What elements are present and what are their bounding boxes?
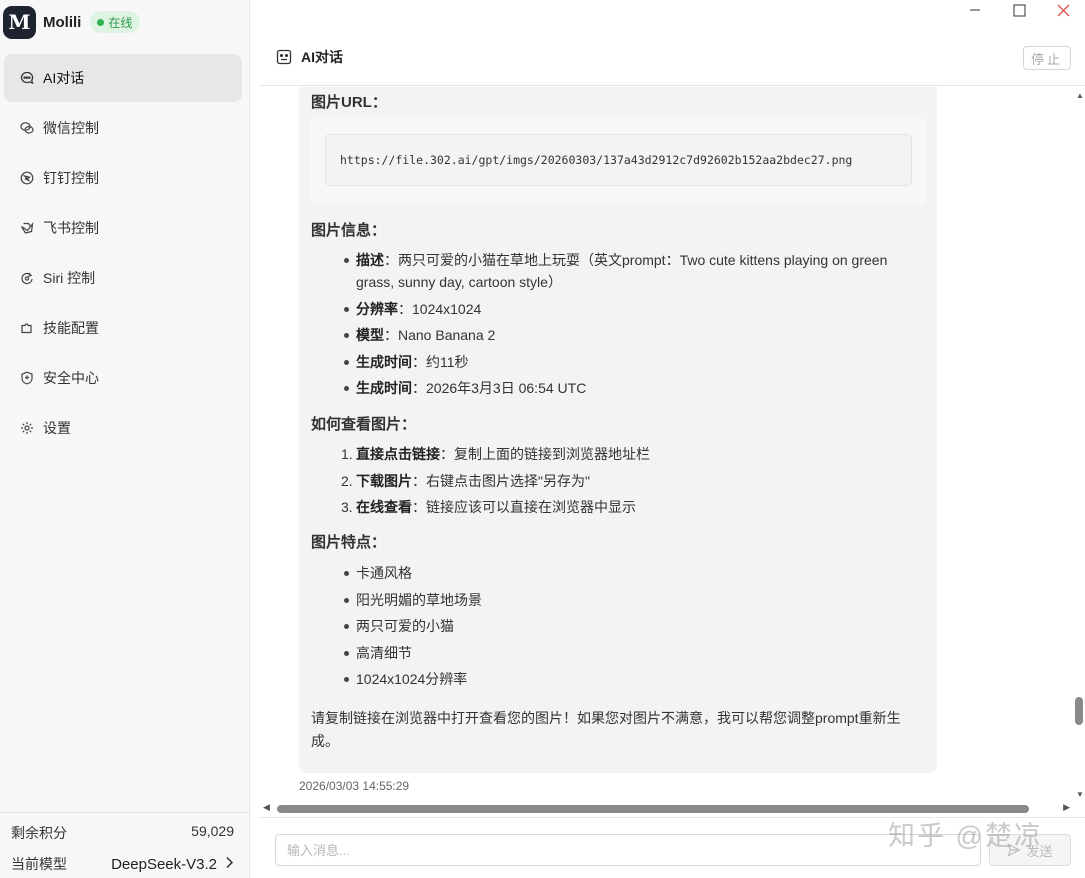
send-label: 发送 [1026, 843, 1053, 859]
chevron-right-icon [225, 856, 234, 873]
url-section-title: 图片URL： [311, 94, 387, 111]
credits-row: 剩余积分 59,029 [11, 823, 234, 843]
scroll-left-icon[interactable]: ◀ [263, 802, 270, 813]
list-item: 生成时间：约11秒 [344, 351, 916, 373]
dingtalk-icon [20, 171, 34, 185]
features-list: 卡通风格 阳光明媚的草地场景 两只可爱的小猫 高清细节 1024x1024分辨率 [344, 562, 916, 695]
features-section-title: 图片特点： [311, 534, 387, 551]
sidebar-item-settings[interactable]: 设置 [4, 404, 242, 452]
horizontal-scroll-thumb[interactable] [277, 805, 1029, 813]
message-timestamp: 2026/03/03 14:55:29 [299, 779, 410, 793]
credits-value: 59,029 [191, 823, 234, 839]
close-button[interactable] [1041, 0, 1085, 20]
robot-icon [276, 49, 292, 65]
list-item: 卡通风格 [344, 562, 916, 584]
minimize-button[interactable] [953, 0, 997, 20]
stop-button[interactable]: 停止 [1023, 46, 1071, 70]
chat-messages[interactable]: 图片URL： https://file.302.ai/gpt/imgs/2026… [259, 87, 1074, 801]
shield-icon [20, 371, 34, 385]
message-input[interactable] [275, 834, 981, 866]
page-title-text: AI对话 [301, 49, 343, 65]
scroll-down-icon[interactable]: ▼ [1076, 790, 1084, 799]
sidebar-item-label: 微信控制 [43, 120, 99, 136]
app-logo: M [3, 5, 36, 39]
page-title: AI对话 [276, 47, 343, 67]
sidebar-nav: AI对话 微信控制 钉钉控制 飞书控制 Siri 控制 技能配置 安全中心 设置 [4, 54, 242, 454]
list-item: 3. 在线查看：链接应该可以直接在浏览器中显示 [341, 499, 636, 515]
siri-icon [20, 271, 34, 285]
closing-text: 请复制链接在浏览器中打开查看您的图片！如果您对图片不满意，我可以帮您调整prom… [311, 710, 901, 749]
sidebar-item-label: 技能配置 [43, 320, 99, 336]
scroll-up-icon[interactable]: ▲ [1076, 91, 1084, 100]
feishu-icon [20, 221, 34, 235]
steps-list: 1. 直接点击链接：复制上面的链接到浏览器地址栏 2. 下载图片：右键点击图片选择"… [341, 443, 916, 523]
status-badge: 在线 [90, 11, 141, 33]
sidebar-item-label: 飞书控制 [43, 220, 99, 236]
status-text: 在线 [108, 15, 133, 30]
list-item: 模型：Nano Banana 2 [344, 324, 916, 346]
list-item: 描述：两只可爱的小猫在草地上玩耍（英文prompt：Two cute kitte… [344, 249, 916, 293]
sidebar-item-wechat[interactable]: 微信控制 [4, 104, 242, 152]
model-selector[interactable]: DeepSeek-V3.2 [111, 856, 234, 873]
sidebar-footer: 剩余积分 59,029 当前模型 DeepSeek-V3.2 [0, 812, 249, 878]
howto-section-title: 如何查看图片： [311, 416, 417, 433]
list-item: 高清细节 [344, 642, 916, 664]
wechat-icon [20, 121, 34, 135]
list-item: 分辨率：1024x1024 [344, 298, 916, 320]
sidebar-item-label: 设置 [43, 420, 71, 436]
sidebar-item-security[interactable]: 安全中心 [4, 354, 242, 402]
chat-bubble-icon [20, 71, 34, 85]
maximize-button[interactable] [997, 0, 1041, 20]
gear-icon [20, 421, 34, 435]
vertical-scroll-thumb[interactable] [1075, 697, 1083, 725]
url-panel: https://file.302.ai/gpt/imgs/20260303/13… [310, 117, 926, 204]
list-item: 两只可爱的小猫 [344, 615, 916, 637]
sidebar-item-label: 钉钉控制 [43, 170, 99, 186]
sidebar-item-dingtalk[interactable]: 钉钉控制 [4, 154, 242, 202]
online-dot-icon [97, 18, 105, 26]
brand: M Molili 在线 [3, 4, 141, 40]
list-item: 生成时间：2026年3月3日 06:54 UTC [344, 377, 916, 399]
app-name: Molili [43, 13, 82, 31]
sidebar-item-feishu[interactable]: 飞书控制 [4, 204, 242, 252]
horizontal-scrollbar[interactable]: ◀ ▶ [259, 801, 1074, 817]
scroll-right-icon[interactable]: ▶ [1063, 802, 1070, 813]
sidebar-item-skills[interactable]: 技能配置 [4, 304, 242, 352]
sidebar-item-label: 安全中心 [43, 370, 99, 386]
list-item: 1. 直接点击链接：复制上面的链接到浏览器地址栏 [341, 446, 650, 462]
sidebar-item-siri[interactable]: Siri 控制 [4, 254, 242, 302]
composer: 发送 [259, 817, 1085, 878]
credits-label: 剩余积分 [11, 825, 67, 841]
puzzle-icon [20, 321, 34, 335]
list-item: 阳光明媚的草地场景 [344, 589, 916, 611]
vertical-scrollbar[interactable]: ▲ ▼ [1074, 87, 1085, 801]
assistant-message: 图片URL： https://file.302.ai/gpt/imgs/2026… [299, 87, 937, 773]
info-list: 描述：两只可爱的小猫在草地上玩耍（英文prompt：Two cute kitte… [344, 249, 916, 404]
sidebar-item-ai-chat[interactable]: AI对话 [4, 54, 242, 102]
sidebar-item-label: AI对话 [43, 70, 85, 86]
send-icon [1007, 843, 1022, 857]
info-section-title: 图片信息： [311, 222, 387, 239]
send-button[interactable]: 发送 [989, 834, 1071, 866]
image-url-code[interactable]: https://file.302.ai/gpt/imgs/20260303/13… [325, 134, 912, 186]
list-item: 1024x1024分辨率 [344, 668, 916, 690]
sidebar-item-label: Siri 控制 [43, 270, 96, 286]
list-item: 2. 下载图片：右键点击图片选择"另存为" [341, 472, 590, 489]
model-label: 当前模型 [11, 856, 67, 872]
sidebar: M Molili 在线 AI对话 微信控制 钉钉控制 飞书控制 Siri 控制 … [0, 0, 250, 878]
model-value: DeepSeek-V3.2 [111, 855, 217, 873]
window-controls [905, 0, 1085, 28]
model-row: 当前模型 DeepSeek-V3.2 [11, 854, 234, 874]
chat-header: AI对话 停止 [259, 30, 1085, 86]
